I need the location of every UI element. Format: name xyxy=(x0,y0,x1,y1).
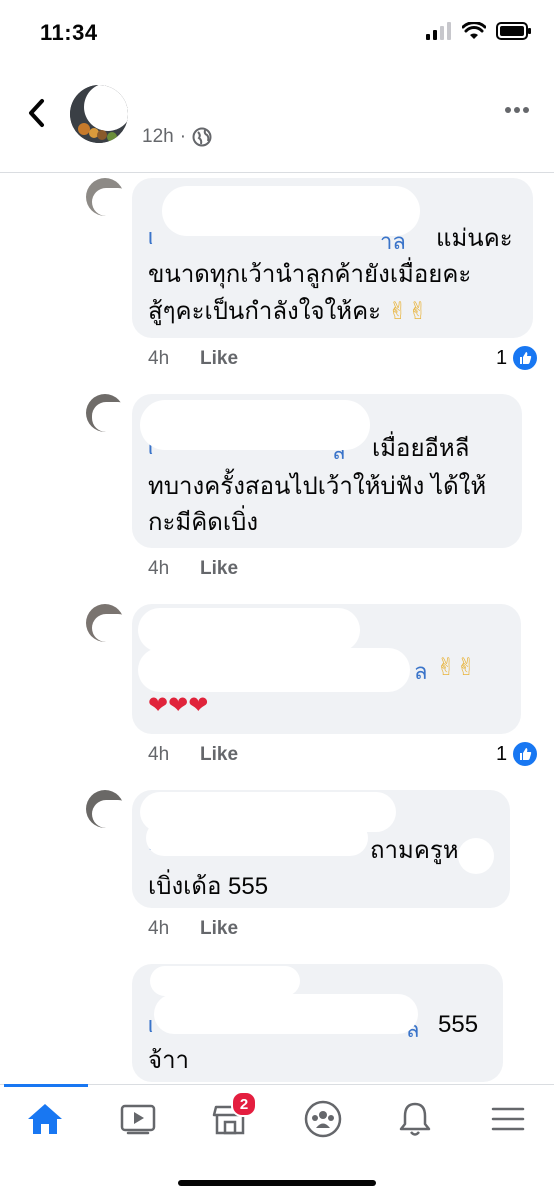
comment-bubble[interactable]: ι าล แม่นคะ ขนาดทุกเว้านำลูกค้ายังเมื่อย… xyxy=(132,178,533,338)
like-reaction-icon xyxy=(511,344,540,372)
tab-home[interactable] xyxy=(22,1099,68,1139)
redaction xyxy=(154,994,418,1034)
comment-bubble[interactable]: ι ล 555 จ้าา xyxy=(132,964,503,1082)
like-button[interactable]: Like xyxy=(200,558,238,580)
like-reaction-icon xyxy=(511,740,540,768)
comment-text-line: กะมีคิดเบิ่ง xyxy=(148,509,259,536)
reaction-count[interactable]: 1 xyxy=(496,740,540,768)
wifi-icon xyxy=(462,22,486,39)
like-button[interactable]: Like xyxy=(200,744,238,766)
comment-bubble[interactable]: ι ลั เมื่อยอีหลี ทบางครั้งสอนไปเว้าให้บ่… xyxy=(132,394,522,548)
tab-notifications[interactable] xyxy=(392,1099,438,1139)
comment-text-tail: 555 xyxy=(438,1011,479,1038)
comment-text-tail: ถามครูห xyxy=(370,837,459,864)
comment-time: 4h xyxy=(148,918,170,939)
redaction xyxy=(140,400,370,450)
post-meta: 12h · xyxy=(142,126,212,148)
signal-icon xyxy=(426,22,451,40)
comment-bubble[interactable]: ι ลั ถามครูห เบิ่งเด้อ 555 xyxy=(132,790,510,908)
author-avatar[interactable] xyxy=(70,85,128,143)
notifications-icon xyxy=(399,1102,431,1136)
comment-text-line: ขนาดทุกเว้านำลูกค้ายังเมื่อยคะ xyxy=(148,261,472,288)
home-indicator xyxy=(178,1180,376,1186)
comment-time: 4h xyxy=(148,744,170,765)
post-header: 12h · xyxy=(0,70,554,173)
post-timestamp: 12h xyxy=(142,126,174,147)
victory-hand-emoji: ✌✌ xyxy=(387,297,428,325)
groups-icon xyxy=(304,1100,342,1138)
like-button[interactable]: Like xyxy=(200,348,238,370)
watch-icon xyxy=(120,1104,156,1135)
redaction xyxy=(162,186,420,236)
redaction xyxy=(138,648,410,692)
victory-hand-emoji: ✌✌ xyxy=(436,653,477,681)
status-time: 11:34 xyxy=(40,20,98,45)
tab-watch[interactable] xyxy=(115,1099,161,1139)
home-icon xyxy=(28,1104,62,1134)
menu-icon xyxy=(491,1107,525,1131)
comment-text-tail: เมื่อยอีหลี xyxy=(372,435,470,462)
status-bar: 11:34 xyxy=(0,0,554,70)
reaction-count[interactable]: 1 xyxy=(496,344,540,372)
comment-time: 4h xyxy=(148,558,170,579)
more-options-icon[interactable] xyxy=(504,106,530,114)
globe-icon xyxy=(192,127,212,147)
comment-text-line: เบิ่งเด้อ 555 xyxy=(148,873,269,900)
comment-text-line: ทบางครั้งสอนไปเว้าให้บ่ฟัง ได้ให้ xyxy=(148,473,487,500)
comment-text-line: สู้ๆคะเป็นกำลังใจให้คะ ✌✌ xyxy=(148,297,428,325)
redaction xyxy=(138,608,360,652)
back-icon[interactable] xyxy=(22,96,52,130)
active-tab-indicator xyxy=(4,1084,88,1087)
tab-marketplace[interactable]: 2 xyxy=(207,1091,257,1139)
comment-text-line: จ้าา xyxy=(148,1047,190,1074)
battery-icon xyxy=(496,22,531,40)
comment-time: 4h xyxy=(148,348,170,369)
comment-text-tail: แม่นคะ xyxy=(436,225,513,252)
marketplace-badge: 2 xyxy=(231,1091,257,1117)
status-icons xyxy=(426,22,532,40)
comment-bubble[interactable]: ล ✌✌ ❤❤❤ xyxy=(132,604,521,734)
redaction xyxy=(458,838,494,874)
red-heart-emoji: ❤❤❤ xyxy=(148,691,209,719)
tab-menu[interactable] xyxy=(485,1099,531,1139)
tab-groups[interactable] xyxy=(300,1099,346,1139)
redaction xyxy=(150,966,300,996)
like-button[interactable]: Like xyxy=(200,918,238,940)
commenter-name-redacted: ι xyxy=(148,224,153,249)
redaction xyxy=(146,820,368,856)
